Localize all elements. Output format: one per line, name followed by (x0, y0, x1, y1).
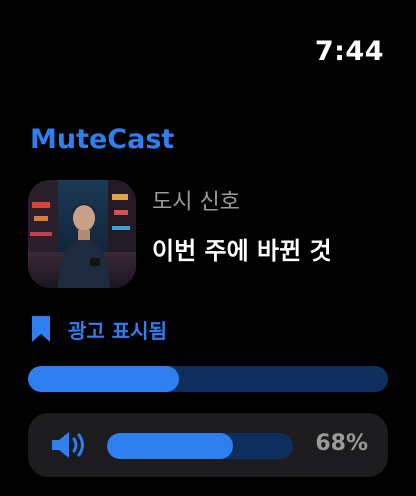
episode-title: 이번 주에 바뀐 것 (152, 237, 332, 265)
playback-progress-bar[interactable] (28, 366, 388, 392)
app-title: MuteCast (30, 124, 175, 155)
show-name: 도시 신호 (152, 190, 240, 215)
volume-control[interactable]: 68% (28, 413, 388, 477)
status-time: 7:44 (314, 36, 384, 67)
bookmark-icon (32, 316, 50, 342)
speaker-icon[interactable] (50, 430, 90, 460)
volume-slider[interactable] (107, 433, 293, 459)
podcast-artwork-image (28, 180, 136, 288)
podcast-artwork (28, 180, 136, 288)
playback-progress-fill (28, 366, 180, 392)
ad-indicator: 광고 표시됨 (30, 312, 167, 346)
now-playing-card[interactable]: 도시 신호 이번 주에 바뀐 것 (28, 180, 388, 290)
ad-label: 광고 표시됨 (68, 318, 167, 343)
volume-slider-fill (107, 433, 234, 459)
volume-percent: 68% (315, 431, 368, 456)
